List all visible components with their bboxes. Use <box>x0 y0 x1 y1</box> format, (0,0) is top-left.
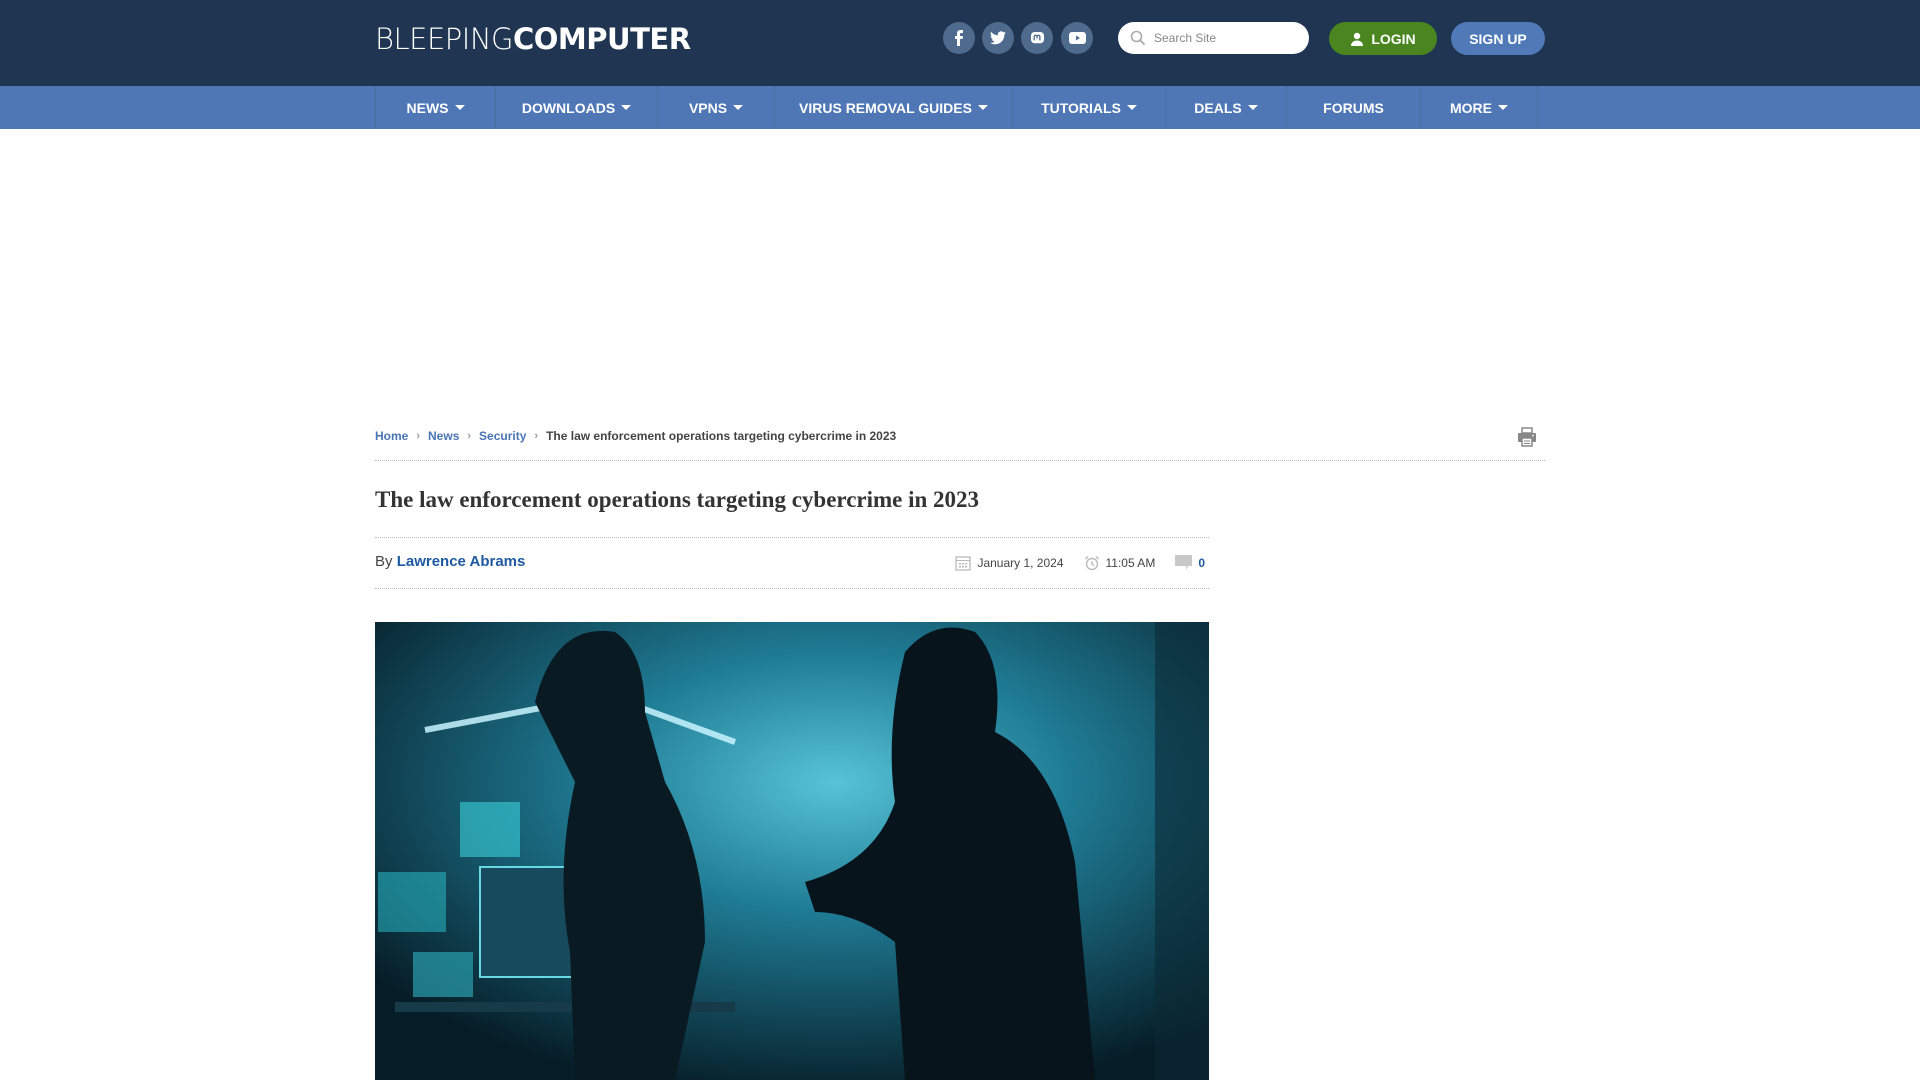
divider <box>375 460 1545 461</box>
author-link[interactable]: Lawrence Abrams <box>397 553 526 570</box>
print-button[interactable] <box>1516 426 1538 453</box>
breadcrumb-current: The law enforcement operations targeting… <box>546 429 897 443</box>
nav-label: NEWS <box>406 99 449 116</box>
breadcrumb: Home › News › Security › The law enforce… <box>375 429 896 443</box>
youtube-link[interactable] <box>1061 22 1093 54</box>
search-input[interactable] <box>1154 31 1294 45</box>
breadcrumb-news[interactable]: News <box>428 429 459 443</box>
search-box[interactable] <box>1118 22 1309 54</box>
signup-label: SIGN UP <box>1469 30 1527 47</box>
nav-item-vpns[interactable]: VPNS <box>658 86 775 129</box>
nav-item-downloads[interactable]: DOWNLOADS <box>496 86 658 129</box>
nav-item-more[interactable]: MORE <box>1421 86 1538 129</box>
site-header: BLEEPINGCOMPUTER LOGIN SIGN UP <box>0 0 1920 86</box>
laptop <box>413 952 473 997</box>
facebook-link[interactable] <box>943 22 975 54</box>
signup-button[interactable]: SIGN UP <box>1451 22 1545 55</box>
search-icon <box>1130 30 1146 46</box>
monitor <box>460 802 520 857</box>
main-navigation: NEWS DOWNLOADS VPNS VIRUS REMOVAL GUIDES… <box>0 86 1920 129</box>
article-meta: January 1, 2024 11:05 AM 0 <box>935 555 1205 571</box>
monitor <box>378 872 446 932</box>
nav-item-deals[interactable]: DEALS <box>1166 86 1287 129</box>
nav-label: DEALS <box>1194 99 1242 116</box>
byline: By Lawrence Abrams <box>375 553 525 570</box>
breadcrumb-security[interactable]: Security <box>479 429 526 443</box>
mastodon-link[interactable] <box>1021 22 1053 54</box>
breadcrumb-home[interactable]: Home <box>375 429 408 443</box>
comment-icon <box>1175 555 1193 570</box>
login-button[interactable]: LOGIN <box>1329 22 1437 55</box>
caret-down-icon <box>977 105 988 110</box>
chevron-right-icon: › <box>534 430 539 442</box>
user-icon <box>1351 32 1364 46</box>
arrest-illustration <box>375 622 1209 1080</box>
publish-date: January 1, 2024 <box>955 555 1064 571</box>
login-label: LOGIN <box>1371 30 1416 47</box>
divider <box>375 537 1209 538</box>
nav-label: TUTORIALS <box>1041 99 1121 116</box>
caret-down-icon <box>621 105 632 110</box>
by-label: By <box>375 553 393 570</box>
chevron-right-icon: › <box>467 430 472 442</box>
article-hero-image <box>375 622 1209 1080</box>
calendar-icon <box>955 556 972 571</box>
site-logo[interactable]: BLEEPINGCOMPUTER <box>375 22 691 56</box>
caret-down-icon <box>1247 105 1258 110</box>
alarm-clock-icon <box>1084 555 1099 571</box>
logo-text-bold: COMPUTER <box>513 22 691 56</box>
divider <box>375 588 1209 589</box>
nav-item-virus-removal-guides[interactable]: VIRUS REMOVAL GUIDES <box>775 86 1013 129</box>
nav-label: MORE <box>1450 99 1492 116</box>
nav-label: DOWNLOADS <box>521 99 616 116</box>
nav-item-forums[interactable]: FORUMS <box>1287 86 1421 129</box>
logo-text-light: BLEEPING <box>375 22 514 56</box>
facebook-icon <box>955 30 963 46</box>
caret-down-icon <box>1126 105 1137 110</box>
door-frame <box>1155 622 1209 1080</box>
comment-count: 0 <box>1198 556 1205 570</box>
article-title: The law enforcement operations targeting… <box>375 487 980 512</box>
twitter-link[interactable] <box>982 22 1014 54</box>
time-text: 11:05 AM <box>1105 556 1156 570</box>
nav-label: FORUMS <box>1323 99 1384 116</box>
twitter-icon <box>990 31 1006 45</box>
nav-label: VPNS <box>688 99 728 116</box>
chevron-right-icon: › <box>416 430 421 442</box>
monitor <box>479 866 576 978</box>
publish-time: 11:05 AM <box>1084 555 1156 571</box>
nav-item-tutorials[interactable]: TUTORIALS <box>1013 86 1166 129</box>
comments-link[interactable]: 0 <box>1175 555 1205 571</box>
youtube-icon <box>1068 32 1086 44</box>
date-text: January 1, 2024 <box>977 556 1064 570</box>
mastodon-icon <box>1030 31 1044 43</box>
nav-label: VIRUS REMOVAL GUIDES <box>799 99 972 116</box>
caret-down-icon <box>1498 105 1508 110</box>
caret-down-icon <box>733 105 744 110</box>
caret-down-icon <box>454 105 465 110</box>
nav-item-news[interactable]: NEWS <box>376 86 496 129</box>
printer-icon <box>1518 427 1536 447</box>
